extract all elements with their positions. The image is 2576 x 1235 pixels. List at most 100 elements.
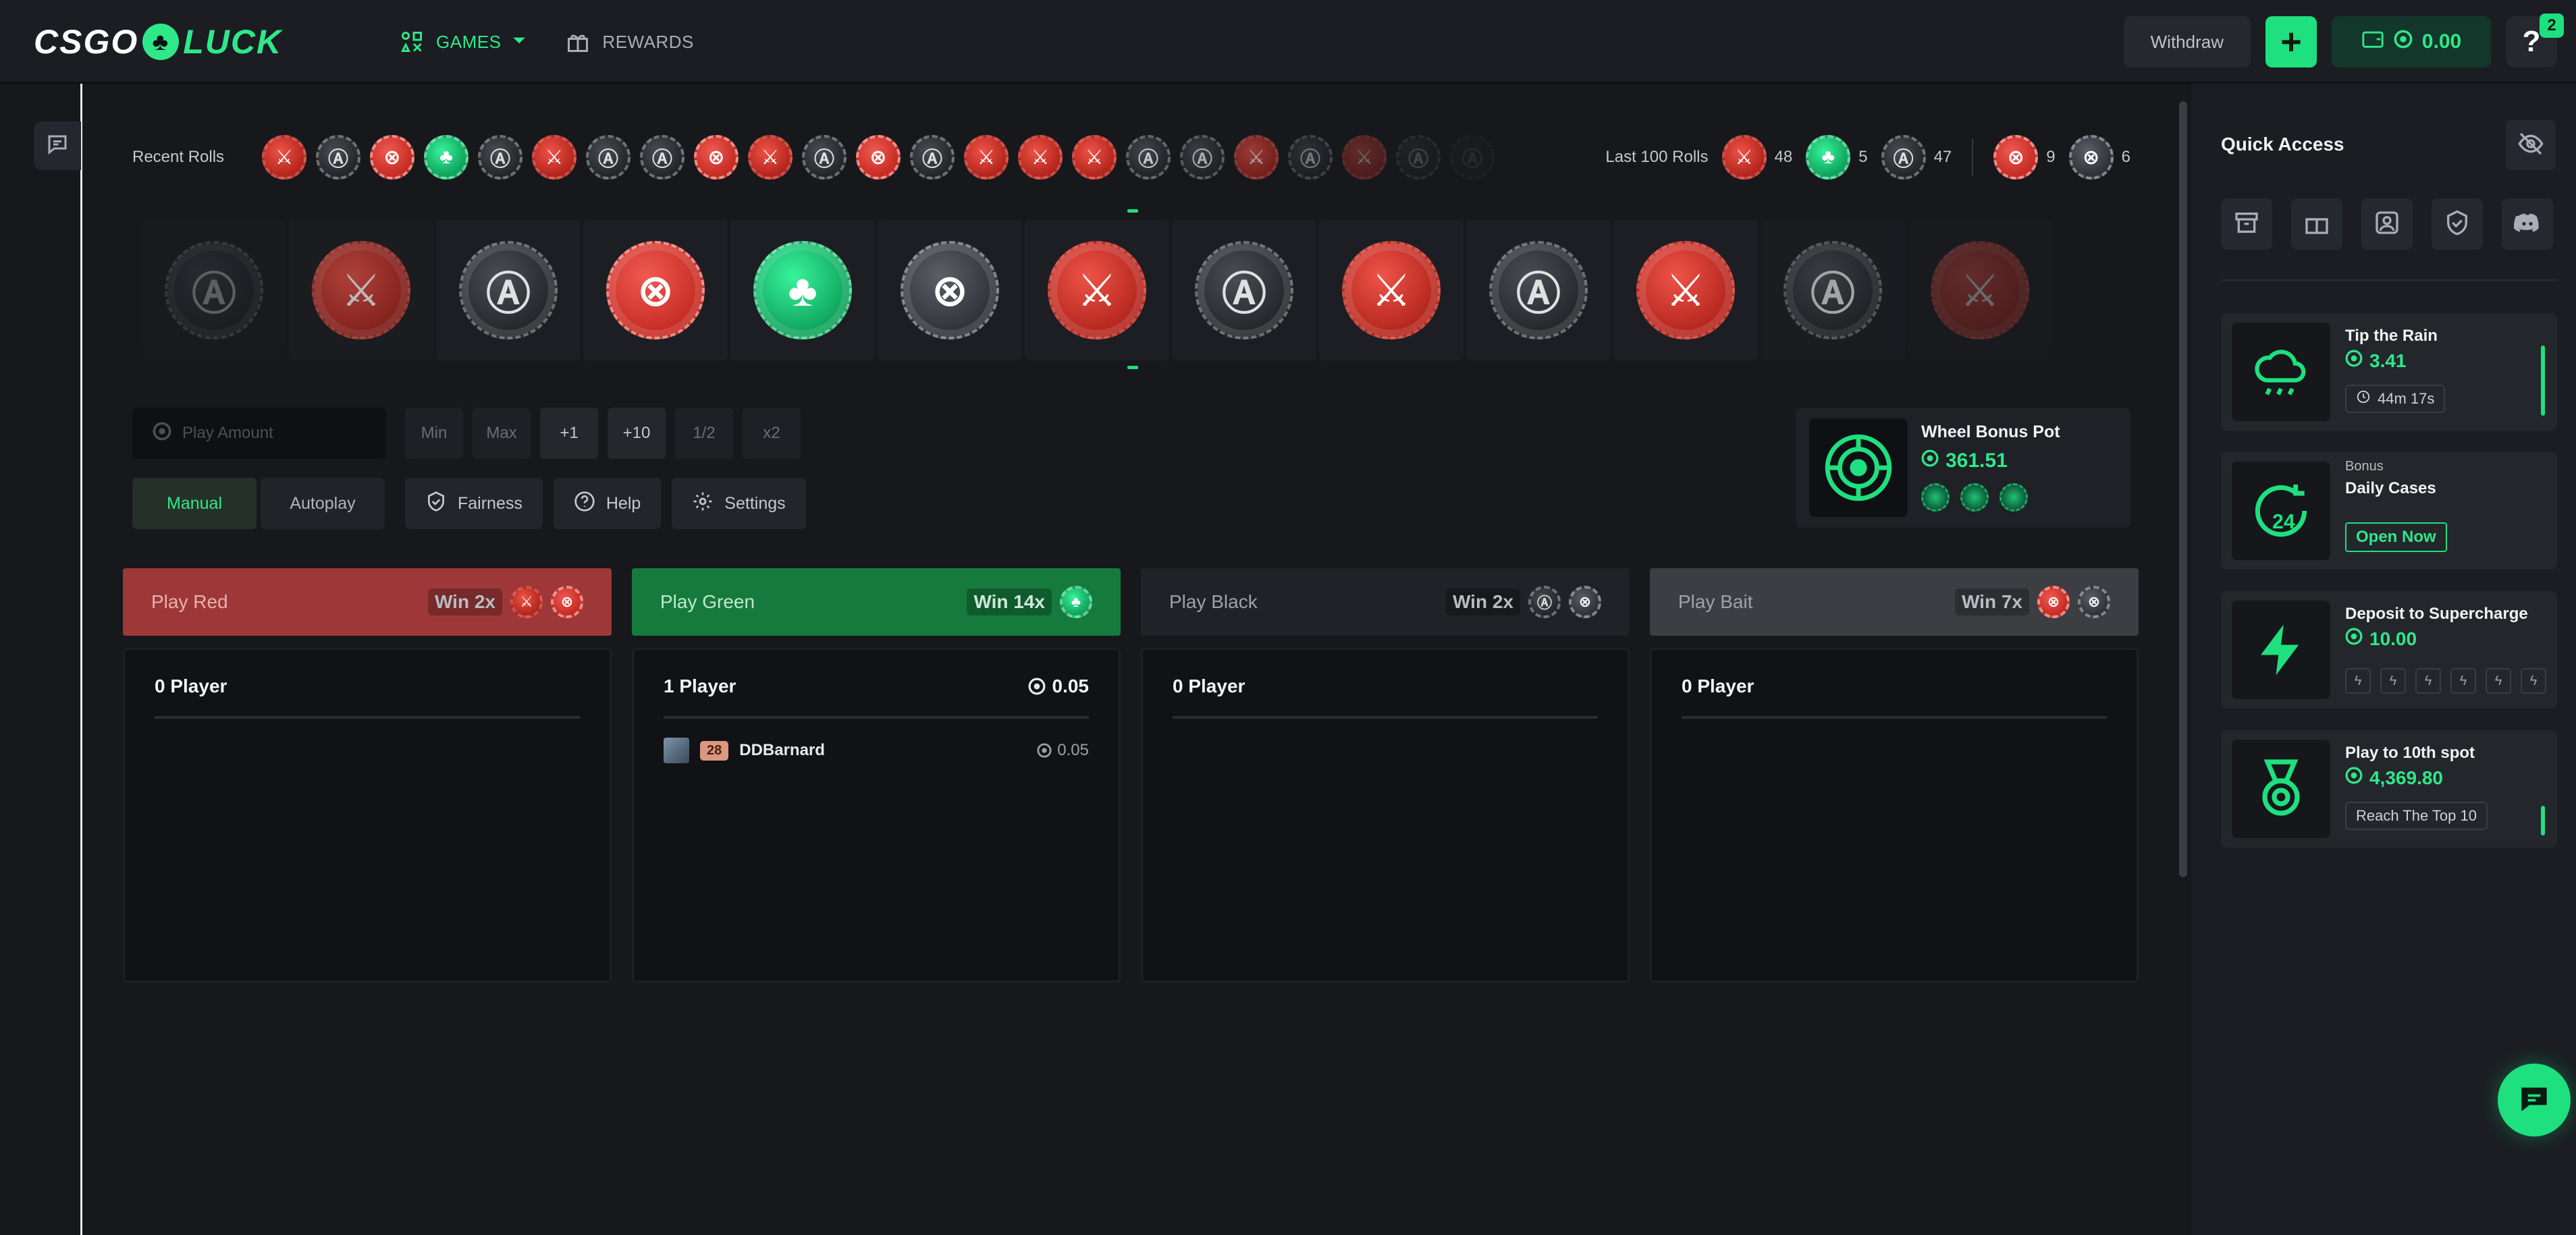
nav-rewards[interactable]: REWARDS: [564, 27, 693, 57]
half-button[interactable]: 1/2: [675, 408, 733, 459]
win-multiplier-label: Win 2x: [428, 588, 502, 615]
bet-column-header: 0 Player: [155, 676, 580, 719]
bet-button[interactable]: Play Bait Win 7x ⊗ ⊗: [1650, 568, 2139, 636]
nav-games[interactable]: GAMES: [398, 27, 527, 57]
max-button[interactable]: Max: [473, 408, 531, 459]
rewards-button[interactable]: [2291, 198, 2342, 250]
recent-roll-bait-red-icon: ⊗: [694, 135, 739, 180]
settings-label: Settings: [724, 493, 786, 513]
help-label: ?: [2522, 25, 2541, 58]
double-button[interactable]: x2: [743, 408, 801, 459]
bet-button[interactable]: Play Black Win 2x Ⓐ ⊗: [1141, 568, 1630, 636]
open-now-button[interactable]: Open Now: [2345, 522, 2447, 552]
top-10-card[interactable]: Play to 10th spot 4,369.80 Reach The Top…: [2221, 730, 2557, 848]
archive-icon: [2233, 209, 2260, 240]
red-coin-icon: ⚔: [510, 586, 543, 618]
play-amount-input[interactable]: Play Amount: [132, 408, 386, 459]
wheel-slot: ⚔: [1908, 220, 2052, 360]
wheel-black-coin-icon: Ⓐ: [1195, 241, 1293, 339]
black-coin-icon: Ⓐ: [1528, 586, 1561, 618]
player-name[interactable]: DDBarnard: [739, 741, 825, 760]
wheel-bait-coin-icon: ⊗: [901, 241, 999, 339]
avatar[interactable]: [664, 738, 689, 763]
deposit-supercharge-card[interactable]: Deposit to Supercharge 10.00 ϟ ϟ ϟ ϟ ϟ ϟ: [2221, 591, 2557, 709]
green-coin-icon: ♣: [1806, 135, 1851, 180]
chevron-down-icon: [512, 32, 527, 53]
left-sidebar: [0, 84, 82, 1235]
recent-roll-green-icon: ♣: [424, 135, 468, 180]
main-scrollbar[interactable]: [2179, 101, 2187, 877]
wheel-red-coin-icon: ⚔: [1342, 241, 1441, 339]
top-10-value: 4,369.80: [2345, 767, 2443, 789]
recent-roll-black-icon: Ⓐ: [586, 135, 630, 180]
fairness-quick-button[interactable]: [2432, 198, 2483, 250]
win-multiplier-label: Win 7x: [1955, 588, 2029, 615]
recent-roll-red-icon: ⚔: [964, 135, 1009, 180]
chat-icon: [45, 132, 70, 160]
stat-red-count: 48: [1774, 148, 1793, 166]
wheel-black-coin-icon: Ⓐ: [1489, 241, 1588, 339]
bonus-value: 361.51: [1921, 449, 2008, 472]
profile-button[interactable]: [2361, 198, 2413, 250]
recent-roll-black-icon: Ⓐ: [910, 135, 955, 180]
fairness-button[interactable]: Fairness: [405, 478, 543, 529]
wheel-red-coin-icon: ⚔: [1636, 241, 1735, 339]
coin-icon: [1028, 678, 1045, 695]
rain-timer: 44m 17s: [2345, 385, 2446, 413]
logo-text-csgo: CSGO: [34, 23, 139, 61]
bet-column-body: 0 Player: [123, 648, 612, 983]
deposit-value: 10.00: [2345, 628, 2417, 650]
rain-timer-value: 44m 17s: [2378, 390, 2435, 407]
bet-column-body: 0 Player: [1650, 648, 2139, 983]
open-chat-button[interactable]: [34, 121, 81, 170]
recent-rolls: Recent Rolls ⚔ Ⓐ ⊗ ♣ Ⓐ ⚔ Ⓐ Ⓐ ⊗ ⚔ Ⓐ ⊗ Ⓐ ⚔ ⚔ ⚔ Ⓐ Ⓐ ⚔ Ⓐ ⚔ Ⓐ Ⓐ: [132, 135, 1495, 180]
games-icon: [398, 28, 425, 55]
min-button[interactable]: Min: [405, 408, 463, 459]
hide-panel-button[interactable]: [2506, 120, 2556, 170]
plus-1-button[interactable]: +1: [540, 408, 598, 459]
notification-badge: 2: [2540, 13, 2564, 38]
gift-icon: [2303, 209, 2330, 240]
last-100-rolls: Last 100 Rolls ⚔ 48 ♣ 5 Ⓐ 47 ⊗ 9 ⊗ 6: [1605, 135, 2130, 180]
discord-button[interactable]: [2502, 198, 2553, 250]
inventory-button[interactable]: [2221, 198, 2272, 250]
balance-display[interactable]: 0.00: [2332, 16, 2491, 67]
logo[interactable]: CSGO ♣ LUCK: [34, 22, 282, 62]
daily-cases-card[interactable]: 24 Bonus Daily Cases Open Now: [2221, 452, 2557, 570]
wheel-red-coin-icon: ⚔: [312, 241, 410, 339]
help-tool-button[interactable]: Help: [553, 478, 662, 529]
bet-button[interactable]: Play Red Win 2x ⚔ ⊗: [123, 568, 612, 636]
reach-top-10-pill: Reach The Top 10: [2345, 802, 2488, 830]
win-multiplier-label: Win 2x: [1446, 588, 1520, 615]
manual-tab[interactable]: Manual: [132, 478, 257, 529]
tip-rain-card[interactable]: Tip the Rain 3.41 44m 17s: [2221, 313, 2557, 431]
rain-progress: [2541, 346, 2545, 416]
deposit-plus-button[interactable]: +: [2265, 16, 2317, 67]
wheel-green-coin-icon: ♣: [753, 241, 852, 339]
help-button[interactable]: ? 2: [2506, 13, 2564, 67]
app-root: CSGO ♣ LUCK GAMES REWARDS Withdraw + 0.0…: [0, 0, 2576, 1235]
wheel-bonus-pot: Wheel Bonus Pot 361.51: [1796, 408, 2130, 528]
recent-rolls-label: Recent Rolls: [132, 148, 225, 166]
settings-button[interactable]: Settings: [672, 478, 806, 529]
bet-button-label: Play Bait: [1678, 591, 1753, 612]
bet-button-label: Play Black: [1169, 591, 1258, 612]
autoplay-tab[interactable]: Autoplay: [261, 478, 385, 529]
player-count: 0 Player: [1682, 676, 1754, 696]
stat-black-count: 47: [1933, 148, 1952, 166]
wheel-marker-top: [1127, 209, 1138, 213]
recent-roll-black-icon: Ⓐ: [1180, 135, 1225, 180]
bet-button[interactable]: Play Green Win 14x ♣: [632, 568, 1121, 636]
tip-rain-value: 3.41: [2345, 350, 2407, 372]
column-total-value: 0.05: [1052, 676, 1090, 696]
support-chat-button[interactable]: [2498, 1064, 2571, 1136]
bet-column-header: 1 Player 0.05: [664, 676, 1089, 719]
bet-button-label: Play Green: [660, 591, 755, 612]
withdraw-button[interactable]: Withdraw: [2123, 16, 2251, 67]
supercharge-levels: ϟ ϟ ϟ ϟ ϟ ϟ: [2345, 668, 2546, 694]
stat-green: ♣ 5: [1806, 135, 1868, 180]
wheel-black-coin-icon: Ⓐ: [459, 241, 558, 339]
coin-icon: [2345, 350, 2363, 372]
win-multiplier: Win 2x ⚔ ⊗: [428, 586, 583, 618]
plus-10-button[interactable]: +10: [608, 408, 666, 459]
